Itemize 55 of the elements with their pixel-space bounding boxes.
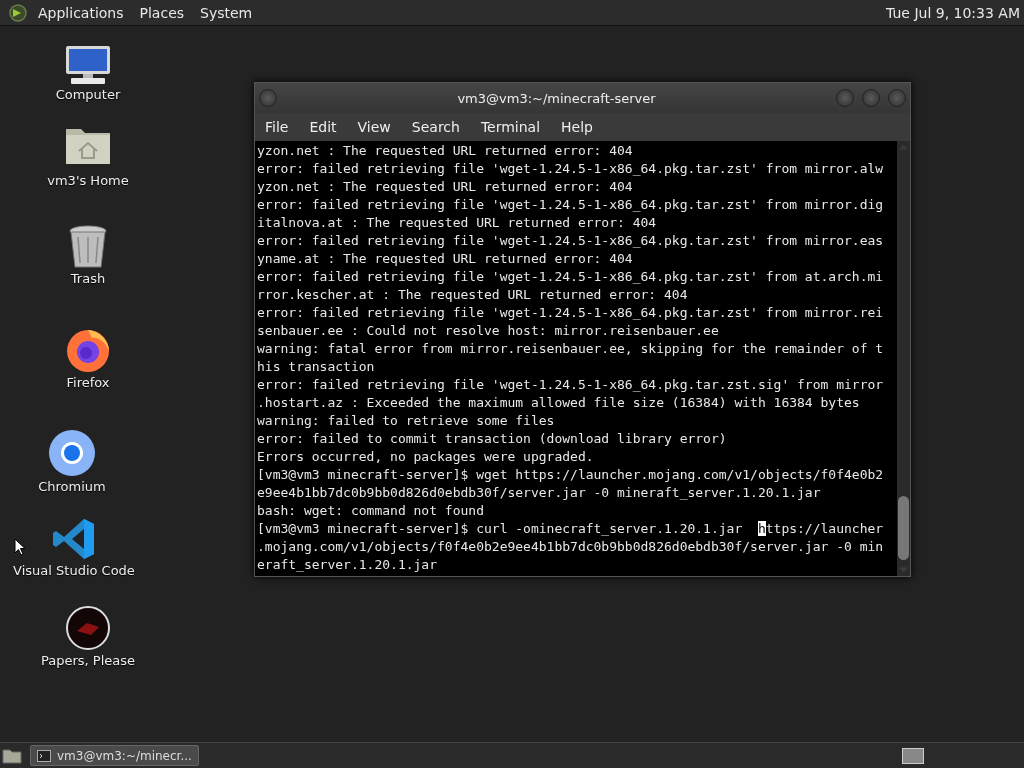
terminal-line: rror.kescher.at : The requested URL returned error: 404 <box>257 286 689 304</box>
icon-label[interactable]: Papers, Please <box>40 653 135 668</box>
icon-label[interactable]: Visual Studio Code <box>13 563 135 578</box>
mouse-pointer-icon <box>14 538 26 556</box>
game-icon[interactable] <box>65 605 111 651</box>
terminal-line: error: failed to commit transaction (download library error) <box>257 430 728 448</box>
chromium-icon[interactable] <box>48 429 96 477</box>
scrollbar[interactable] <box>897 141 910 576</box>
code-editor-icon[interactable] <box>52 517 96 561</box>
terminal-line: error: failed retrieving file 'wget-1.24.5-1-x86_64.pkg.tar.zst' from mirror.alw <box>257 160 885 178</box>
terminal-line: yzon.net : The requested URL returned error: 404 <box>257 142 634 160</box>
window-title: vm3@vm3:~/minecraft-server <box>456 90 657 106</box>
panel-menu[interactable]: Places <box>135 4 191 21</box>
terminal-line: yname.at : The requested URL returned error: 404 <box>257 250 634 268</box>
terminal-line: error: failed retrieving file 'wget-1.24.5-1-x86_64.pkg.tar.zst' from mirror.eas <box>257 232 885 250</box>
terminal-line: error: failed retrieving file 'wget-1.24.5-1-x86_64.pkg.tar.zst' from mirror.rei <box>257 304 885 322</box>
panel-menu[interactable]: System <box>196 4 259 21</box>
terminal-line: .hostart.az : Exceeded the maximum allowed file size (16384) with 16384 bytes <box>257 394 861 412</box>
taskbar-button[interactable]: vm3@vm3:~/minecr... <box>30 745 199 766</box>
menu-item[interactable]: View <box>349 119 399 135</box>
terminal-line: eraft_server.1.20.1.jar <box>257 556 438 574</box>
icon-label[interactable]: Computer <box>55 87 121 102</box>
icon-label[interactable]: Chromium <box>38 479 106 494</box>
terminal-line: warning: failed to retrieve some files <box>257 412 556 430</box>
menu-item[interactable]: Search <box>403 119 468 135</box>
terminal-line: [vm3@vm3 minecraft-server]$ curl -ominecraft_server.1.20.1.jar https://launcher <box>257 520 885 538</box>
terminal-line: error: failed retrieving file 'wget-1.24.5-1-x86_64.pkg.tar.zst' from mirror.dig <box>257 196 885 214</box>
terminal-line: Errors occurred, no packages were upgraded. <box>257 448 595 466</box>
terminal-line: [vm3@vm3 minecraft-server]$ wget https://launcher.mojang.com/v1/objects/f0f4e0b2 <box>257 466 885 484</box>
icon-label[interactable]: Trash <box>70 271 106 286</box>
icon-label[interactable]: Firefox <box>66 375 110 390</box>
terminal-line: senbauer.ee : Could not resolve host: mirror.reisenbauer.ee <box>257 322 720 340</box>
terminal-line: error: failed retrieving file 'wget-1.24.5-1-x86_64.pkg.tar.zst.sig' from mirror <box>257 376 885 394</box>
distro-logo-icon[interactable] <box>8 2 28 23</box>
panel-menu[interactable]: Applications <box>34 4 130 21</box>
terminal-icon <box>37 749 51 762</box>
computer-icon[interactable] <box>63 45 113 85</box>
menu-item[interactable]: Help <box>553 119 601 135</box>
terminal-line: his transaction <box>257 358 376 376</box>
trash-icon[interactable] <box>68 225 108 269</box>
terminal-line: bash: wget: command not found <box>257 502 485 520</box>
workspace-switcher[interactable] <box>902 747 924 764</box>
terminal-line: error: failed retrieving file 'wget-1.24.5-1-x86_64.pkg.tar.zst' from at.arch.mi <box>257 268 885 286</box>
terminal-line: yzon.net : The requested URL returned error: 404 <box>257 178 634 196</box>
menu-item[interactable]: Edit <box>301 119 345 135</box>
terminal-line: italnova.at : The requested URL returned error: 404 <box>257 214 658 232</box>
terminal-line: .mojang.com/v1/objects/f0f4e0b2e9ee4b1bb7dc0b9bb0d826d0ebdb30f/server.jar -0 min <box>257 538 885 556</box>
menu-item[interactable]: File <box>257 119 297 135</box>
clock[interactable]: Tue Jul 9, 10:33 AM <box>886 4 1020 21</box>
icon-label[interactable]: vm3's Home <box>47 173 129 188</box>
terminal-line: e9ee4b1bb7dc0b9bb0d826d0ebdb30f/server.jar -0 mineraft_server.1.20.1.jar <box>257 484 822 502</box>
menu-item[interactable]: Terminal <box>472 119 549 135</box>
scroll-thumb[interactable] <box>898 496 909 560</box>
show-desktop-icon[interactable] <box>2 747 22 764</box>
terminal-line: warning: fatal error from mirror.reisenbauer.ee, skipping for the remainder of t <box>257 340 885 358</box>
